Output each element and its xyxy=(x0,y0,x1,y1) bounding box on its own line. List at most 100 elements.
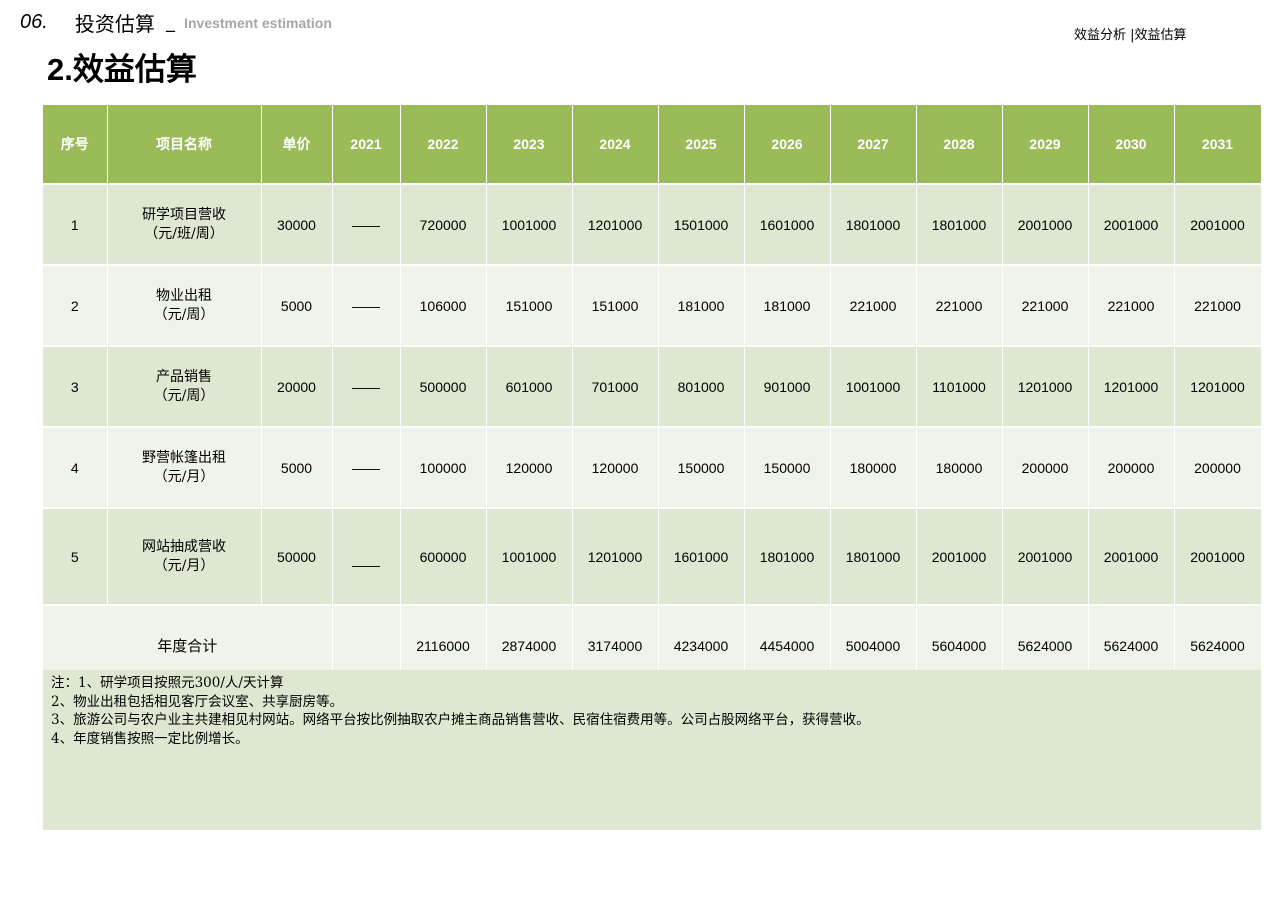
chapter-subtitle-en: Investment estimation xyxy=(184,14,332,31)
cell-value: 200000 xyxy=(1174,427,1262,509)
cell-value: 1801000 xyxy=(830,184,917,266)
table-header-row: 序号 项目名称 单价 2021 2022 2023 2024 2025 2026… xyxy=(43,105,1262,185)
cell-value: 601000 xyxy=(486,346,573,428)
title-separator: _ xyxy=(166,12,175,33)
cell-value: 600000 xyxy=(400,508,487,606)
cell-value: 901000 xyxy=(744,346,831,428)
breadcrumb: 效益分析 |效益估算 xyxy=(1074,28,1187,43)
cell-value: 120000 xyxy=(486,427,573,509)
cell-value: 221000 xyxy=(1002,265,1089,347)
col-header-no: 序号 xyxy=(43,105,108,185)
cell-value: 1201000 xyxy=(572,184,659,266)
cell-value: 200000 xyxy=(1002,427,1089,509)
cell-value: 1601000 xyxy=(744,184,831,266)
cell-value: 2001000 xyxy=(1088,184,1175,266)
cell-value: —— xyxy=(332,508,401,606)
cell-item-name: 野营帐篷出租 （元/月） xyxy=(107,427,262,509)
table-row: 4 野营帐篷出租 （元/月） 5000 —— 100000 120000 1200… xyxy=(43,427,1262,509)
cell-value: 106000 xyxy=(400,265,487,347)
cell-value: 1801000 xyxy=(916,184,1003,266)
cell-value: 1501000 xyxy=(658,184,745,266)
col-header-year: 2028 xyxy=(916,105,1003,185)
cell-value: 1001000 xyxy=(830,346,917,428)
col-header-year: 2031 xyxy=(1174,105,1262,185)
table-row: 5 网站抽成营收 （元/月） 50000 —— 600000 1001000 12… xyxy=(43,508,1262,606)
cell-price: 5000 xyxy=(261,265,333,347)
item-unit: （元/月） xyxy=(153,557,215,574)
cell-value: 1201000 xyxy=(1002,346,1089,428)
item-name: 野营帐篷出租 xyxy=(142,449,226,466)
cell-value: —— xyxy=(332,184,401,266)
item-unit: （元/周） xyxy=(153,387,215,404)
cell-value: 1801000 xyxy=(830,508,917,606)
cell-value: 2001000 xyxy=(1002,508,1089,606)
cell-value: 500000 xyxy=(400,346,487,428)
cell-value: 181000 xyxy=(658,265,745,347)
cell-no: 5 xyxy=(43,508,108,606)
item-name: 网站抽成营收 xyxy=(142,538,226,555)
item-unit: （元/月） xyxy=(153,468,215,485)
cell-no: 1 xyxy=(43,184,108,266)
page-header: 06. 投资估算 _ Investment estimation xyxy=(20,8,332,38)
note-line: 2、物业出租包括相见客厅会议室、共享厨房等。 xyxy=(51,693,344,710)
cell-price: 5000 xyxy=(261,427,333,509)
cell-value: —— xyxy=(332,427,401,509)
item-name: 产品销售 xyxy=(156,368,212,385)
item-name: 物业出租 xyxy=(156,287,212,304)
col-header-year: 2030 xyxy=(1088,105,1175,185)
table-row: 1 研学项目营收 （元/班/周） 30000 —— 720000 1001000 … xyxy=(43,184,1262,266)
cell-value: 221000 xyxy=(1174,265,1262,347)
cell-value: 180000 xyxy=(830,427,917,509)
col-header-year: 2026 xyxy=(744,105,831,185)
section-title: 2.效益估算 xyxy=(47,44,197,89)
cell-price: 20000 xyxy=(261,346,333,428)
cell-value: 701000 xyxy=(572,346,659,428)
col-header-year: 2025 xyxy=(658,105,745,185)
chapter-number: 06. xyxy=(20,11,48,33)
cell-value: 1201000 xyxy=(572,508,659,606)
cell-price: 50000 xyxy=(261,508,333,606)
notes-box: 注：1、研学项目按照元300/人/天计算 2、物业出租包括相见客厅会议室、共享厨… xyxy=(43,670,1261,830)
table-row: 2 物业出租 （元/周） 5000 —— 106000 151000 151000… xyxy=(43,265,1262,347)
cell-value: 1001000 xyxy=(486,184,573,266)
cell-value: 181000 xyxy=(744,265,831,347)
cell-value: 100000 xyxy=(400,427,487,509)
col-header-year: 2021 xyxy=(332,105,401,185)
cell-value: —— xyxy=(332,265,401,347)
section-number: 2. xyxy=(47,52,73,87)
cell-item-name: 网站抽成营收 （元/月） xyxy=(107,508,262,606)
cell-value: 2001000 xyxy=(1174,508,1262,606)
cell-value: 2001000 xyxy=(1088,508,1175,606)
col-header-year: 2024 xyxy=(572,105,659,185)
cell-value: 1201000 xyxy=(1088,346,1175,428)
cell-item-name: 研学项目营收 （元/班/周） xyxy=(107,184,262,266)
col-header-year: 2029 xyxy=(1002,105,1089,185)
cell-value: 221000 xyxy=(830,265,917,347)
cell-value: 150000 xyxy=(658,427,745,509)
col-header-price: 单价 xyxy=(261,105,333,185)
chapter-title: 投资估算 xyxy=(74,12,155,36)
item-unit: （元/周） xyxy=(153,306,215,323)
item-name: 研学项目营收 xyxy=(142,206,226,223)
cell-value: 1801000 xyxy=(744,508,831,606)
cell-value: 200000 xyxy=(1088,427,1175,509)
col-header-year: 2023 xyxy=(486,105,573,185)
note-line: 4、年度销售按照一定比例增长。 xyxy=(51,730,249,747)
table-row: 3 产品销售 （元/周） 20000 —— 500000 601000 70100… xyxy=(43,346,1262,428)
cell-value: 180000 xyxy=(916,427,1003,509)
cell-value: 2001000 xyxy=(1002,184,1089,266)
cell-value: 150000 xyxy=(744,427,831,509)
cell-value: —— xyxy=(332,346,401,428)
cell-no: 3 xyxy=(43,346,108,428)
cell-value: 221000 xyxy=(916,265,1003,347)
cell-no: 4 xyxy=(43,427,108,509)
cell-item-name: 产品销售 （元/周） xyxy=(107,346,262,428)
col-header-year: 2022 xyxy=(400,105,487,185)
col-header-name: 项目名称 xyxy=(107,105,262,185)
note-line: 3、旅游公司与农户业主共建相见村网站。网络平台按比例抽取农户摊主商品销售营收、民… xyxy=(51,712,870,728)
cell-value: 2001000 xyxy=(916,508,1003,606)
cell-value: 801000 xyxy=(658,346,745,428)
cell-value: 2001000 xyxy=(1174,184,1262,266)
col-header-year: 2027 xyxy=(830,105,917,185)
estimation-table: 序号 项目名称 单价 2021 2022 2023 2024 2025 2026… xyxy=(43,105,1262,687)
